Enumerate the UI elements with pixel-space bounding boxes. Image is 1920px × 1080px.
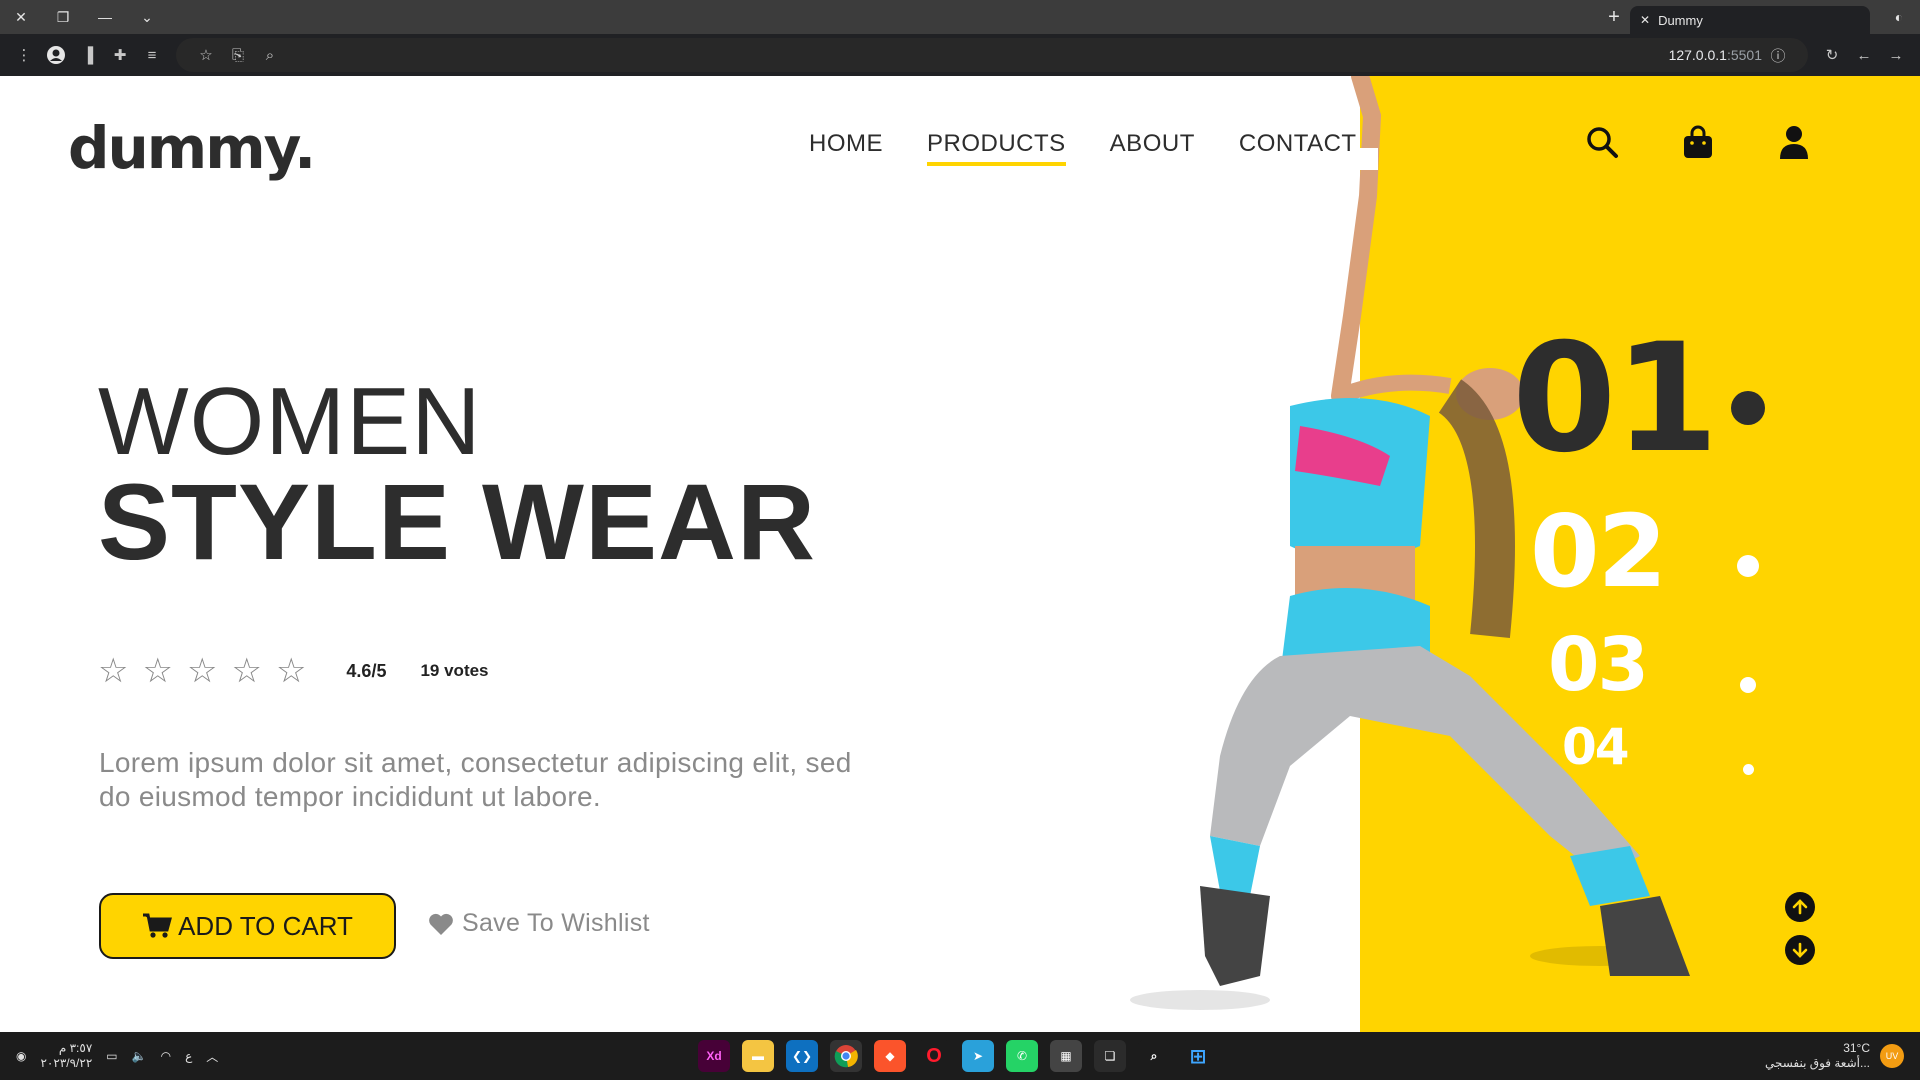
tab-close-icon[interactable]: ✕: [1640, 13, 1650, 27]
arrow-up-button[interactable]: [1785, 892, 1815, 922]
weather-description: أشعة فوق بنفسجي...: [1764, 1056, 1870, 1070]
windows-taskbar: ◉ ٣:٥٧ م ٢٠٢٣/٩/٢٢ ▭ 🔈 ◠ ع ︿ Xd ▬ ❮❯ ◆ O…: [0, 1032, 1920, 1080]
arrow-up-icon: [1792, 899, 1808, 915]
chrome-icon[interactable]: [830, 1040, 862, 1072]
slide-number-01[interactable]: 01: [1512, 324, 1719, 474]
tab-search-chevron-icon[interactable]: ⌄: [126, 0, 168, 34]
clock-time: ٣:٥٧ م: [58, 1041, 93, 1055]
user-account-icon[interactable]: [1774, 122, 1814, 162]
vscode-icon[interactable]: ❮❯: [786, 1040, 818, 1072]
cart-icon: [143, 913, 173, 938]
telegram-icon[interactable]: ➤: [962, 1040, 994, 1072]
restore-window-icon[interactable]: ❐: [42, 0, 84, 34]
rating-score: 4.6/5: [346, 660, 387, 681]
battery-icon[interactable]: ▭: [106, 1049, 117, 1063]
opera-icon[interactable]: O: [918, 1040, 950, 1072]
profile-avatar-icon[interactable]: [40, 39, 72, 71]
back-arrow-icon[interactable]: ←: [1848, 39, 1880, 71]
uv-icon: UV: [1880, 1044, 1904, 1068]
search-icon[interactable]: [1582, 122, 1622, 162]
clock-date: ٢٠٢٣/٩/٢٢: [40, 1056, 93, 1070]
add-to-cart-label: ADD TO CART: [178, 910, 353, 941]
save-to-wishlist-link[interactable]: Save To Wishlist: [428, 909, 650, 938]
brave-icon[interactable]: ◆: [874, 1040, 906, 1072]
clock[interactable]: ٣:٥٧ م ٢٠٢٣/٩/٢٢: [40, 1041, 92, 1071]
slide-dot-active[interactable]: [1731, 391, 1765, 425]
task-view-icon[interactable]: ❏: [1094, 1040, 1126, 1072]
arrow-down-icon: [1792, 942, 1808, 958]
wifi-icon[interactable]: ◠: [161, 1049, 171, 1063]
zoom-icon[interactable]: ⌕: [254, 39, 286, 71]
reading-list-icon[interactable]: ≡: [136, 39, 168, 71]
star-icon[interactable]: ☆: [231, 654, 261, 688]
arrow-down-button[interactable]: [1785, 935, 1815, 965]
reload-icon[interactable]: ↻: [1816, 39, 1848, 71]
url-text: 127.0.0.1:5501: [1668, 47, 1762, 63]
rating-stars[interactable]: ☆ ☆ ☆ ☆ ☆: [98, 654, 306, 688]
nav-products[interactable]: PRODUCTS: [927, 130, 1066, 166]
close-window-icon[interactable]: ✕: [0, 0, 42, 34]
hero-title-style-wear: STYLE WEAR: [98, 461, 817, 582]
header-icons: [1582, 122, 1814, 162]
slide-number-04[interactable]: 04: [1562, 722, 1630, 772]
forward-arrow-icon[interactable]: →: [1880, 39, 1912, 71]
slide-number-02[interactable]: 02: [1530, 502, 1667, 602]
site-info-icon[interactable]: ⓘ: [1762, 39, 1794, 71]
slide-dot[interactable]: [1743, 764, 1754, 775]
wishlist-label: Save To Wishlist: [462, 909, 650, 937]
browser-tab-bar: ✕ ❐ — ⌄ + ✕ Dummy ◐: [0, 0, 1920, 34]
adobe-xd-icon[interactable]: Xd: [698, 1040, 730, 1072]
star-icon[interactable]: ☆: [187, 654, 217, 688]
hero-title-women: WOMEN: [98, 368, 482, 475]
rating-votes: 19 votes: [420, 661, 489, 680]
notification-badge-icon[interactable]: ◉: [16, 1049, 26, 1063]
address-bar[interactable]: ☆ ⎘ ⌕ 127.0.0.1:5501 ⓘ: [176, 38, 1808, 72]
weather-temperature: 31°C: [1843, 1041, 1870, 1055]
product-rating: ☆ ☆ ☆ ☆ ☆ 4.6/5 19 votes: [98, 654, 489, 688]
tab-title: Dummy: [1658, 12, 1703, 28]
side-panel-icon[interactable]: ▐: [72, 39, 104, 71]
shopping-bag-icon[interactable]: [1678, 122, 1718, 162]
slide-number-03[interactable]: 03: [1548, 628, 1649, 702]
file-explorer-icon[interactable]: ▬: [742, 1040, 774, 1072]
heart-icon: [429, 913, 453, 935]
browser-toolbar: ⋮ ▐ ✚ ≡ ☆ ⎘ ⌕ 127.0.0.1:5501 ⓘ ↻ ← →: [0, 34, 1920, 76]
microsoft-store-icon[interactable]: ▦: [1050, 1040, 1082, 1072]
weather-widget[interactable]: 31°C أشعة فوق بنفسجي... UV: [1765, 1032, 1904, 1080]
system-tray: ◉ ٣:٥٧ م ٢٠٢٣/٩/٢٢ ▭ 🔈 ◠ ع ︿: [16, 1032, 218, 1080]
browser-tab-dummy[interactable]: ✕ Dummy: [1630, 6, 1870, 34]
slide-dot[interactable]: [1740, 677, 1756, 693]
page-viewport: dummy. HOME PRODUCTS ABOUT CONTACT WOMEN…: [0, 76, 1920, 1032]
new-tab-button[interactable]: +: [1598, 3, 1630, 31]
star-icon[interactable]: ☆: [98, 654, 128, 688]
windows-start-icon[interactable]: ⊞: [1182, 1040, 1214, 1072]
nav-home[interactable]: HOME: [809, 130, 883, 166]
minimize-window-icon[interactable]: —: [84, 0, 126, 34]
taskbar-apps: Xd ▬ ❮❯ ◆ O ➤ ✆ ▦ ❏ ⌕ ⊞: [698, 1032, 1214, 1080]
extensions-puzzle-icon[interactable]: ✚: [104, 39, 136, 71]
browser-menu-globe-icon[interactable]: ◐: [1878, 0, 1920, 34]
volume-icon[interactable]: 🔈: [132, 1049, 147, 1063]
show-hidden-icons-chevron-icon[interactable]: ︿: [206, 1048, 218, 1065]
site-logo[interactable]: dummy.: [68, 114, 316, 182]
star-icon[interactable]: ☆: [142, 654, 172, 688]
whatsapp-icon[interactable]: ✆: [1006, 1040, 1038, 1072]
hero-description: Lorem ipsum dolor sit amet, consectetur …: [99, 747, 852, 812]
kebab-menu-icon[interactable]: ⋮: [8, 39, 40, 71]
search-taskbar-icon[interactable]: ⌕: [1138, 1040, 1170, 1072]
bookmark-star-icon[interactable]: ☆: [190, 39, 222, 71]
slide-dot[interactable]: [1737, 555, 1759, 577]
add-to-cart-button[interactable]: ADD TO CART: [99, 893, 396, 959]
star-icon[interactable]: ☆: [276, 654, 306, 688]
input-language[interactable]: ع: [185, 1049, 192, 1063]
share-icon[interactable]: ⎘: [222, 39, 254, 71]
